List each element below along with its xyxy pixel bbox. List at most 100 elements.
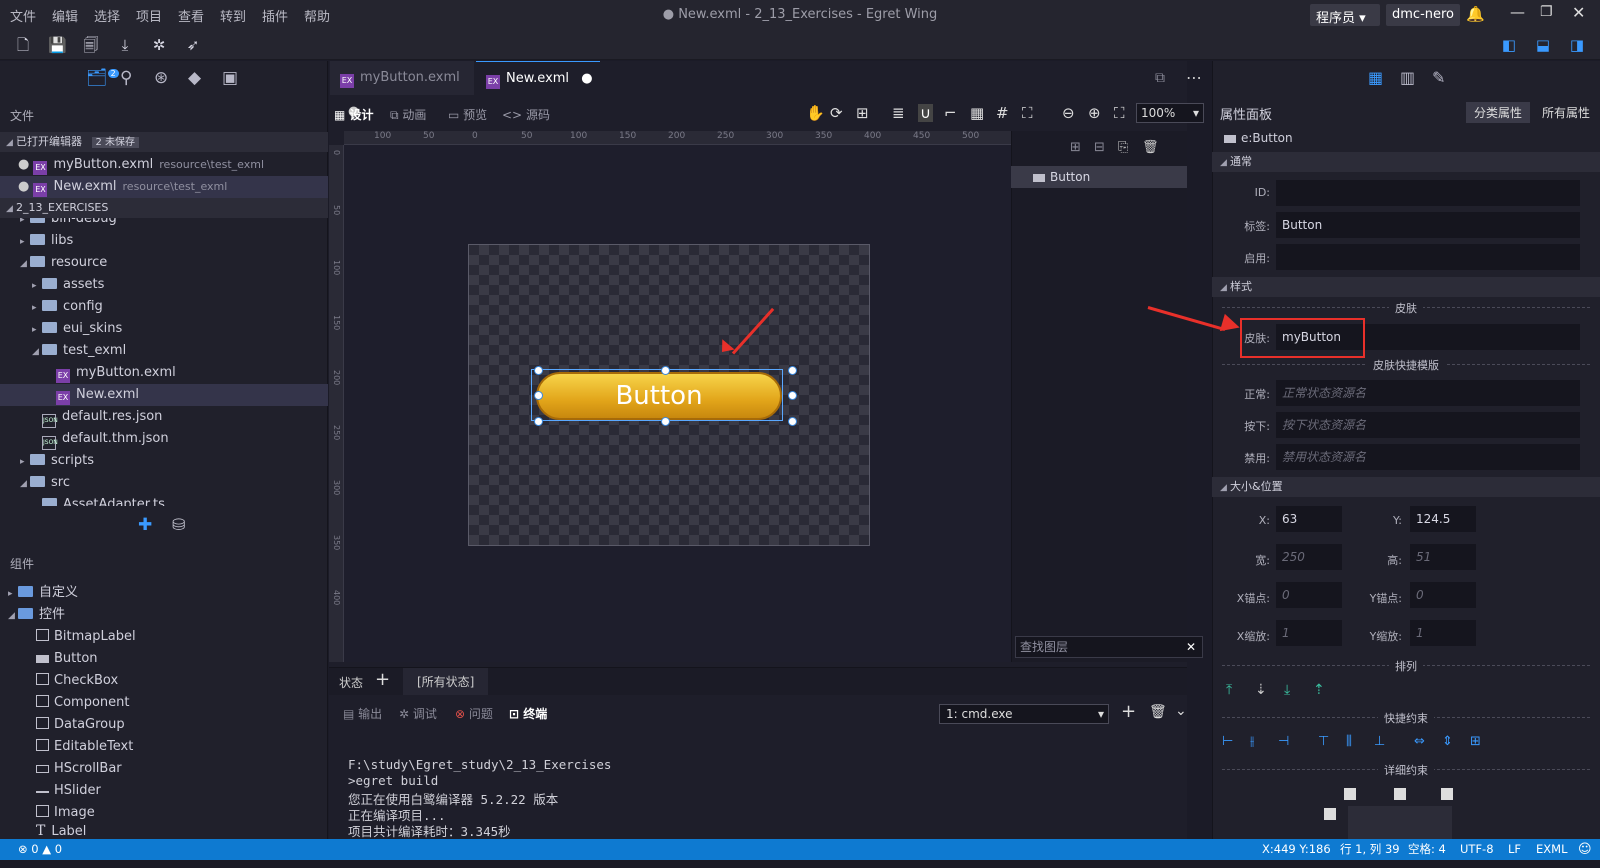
properties-icon[interactable]: ▦ bbox=[1368, 68, 1383, 87]
debug-bug-icon[interactable]: ✲ bbox=[150, 36, 168, 54]
fit-icon[interactable]: ⊞ bbox=[856, 104, 869, 122]
terminal-tab[interactable]: ⊡ 终端 bbox=[509, 705, 547, 722]
layers-stack-icon[interactable]: ≣ bbox=[892, 104, 905, 122]
copy-icon[interactable]: ⎘ bbox=[1118, 140, 1128, 155]
disabled-input[interactable]: 禁用状态资源名 bbox=[1276, 444, 1580, 470]
x-input[interactable]: 63 bbox=[1276, 506, 1342, 532]
resize-handle[interactable] bbox=[534, 391, 543, 400]
bell-icon[interactable]: 🔔 bbox=[1466, 5, 1485, 23]
resize-handle[interactable] bbox=[661, 417, 670, 426]
align-left-icon[interactable]: ⊢ bbox=[1222, 734, 1233, 749]
magnet-icon[interactable]: ∪ bbox=[918, 104, 933, 122]
encoding[interactable]: UTF-8 bbox=[1460, 839, 1494, 860]
zoom-out-icon[interactable]: ⊖ bbox=[1062, 104, 1075, 122]
resize-handle[interactable] bbox=[534, 366, 543, 375]
split-view-icon[interactable]: ⧉ bbox=[1155, 70, 1165, 86]
resize-handle[interactable] bbox=[534, 417, 543, 426]
tree-item-src[interactable]: ◢ src bbox=[20, 472, 70, 494]
component-editabletext[interactable]: EditableText bbox=[36, 736, 133, 758]
layer-item-button[interactable]: Button bbox=[1011, 166, 1187, 188]
fill-both-icon[interactable]: ⊞ bbox=[1470, 734, 1481, 749]
ruler-icon[interactable]: ⌐ bbox=[944, 104, 957, 122]
rocket-icon[interactable]: ➶ bbox=[184, 36, 202, 54]
search-icon[interactable]: ⚲ bbox=[120, 68, 132, 88]
terminal-select[interactable]: 1: cmd.exe ▾ bbox=[939, 704, 1109, 724]
component-label[interactable]: T Label bbox=[36, 824, 86, 839]
component-group-custom[interactable]: ▸ 自定义 bbox=[8, 582, 78, 604]
project-header[interactable]: ◢ 2_13_EXERCISES bbox=[0, 198, 328, 218]
feedback-icon[interactable]: ☺ bbox=[1578, 839, 1592, 860]
explorer-icon[interactable]: 🗂 2 bbox=[86, 68, 119, 88]
guides-icon[interactable]: # bbox=[996, 104, 1009, 122]
component-datagroup[interactable]: DataGroup bbox=[36, 714, 125, 736]
language-mode[interactable]: EXML bbox=[1536, 839, 1567, 860]
id-input[interactable] bbox=[1276, 180, 1580, 206]
align-middle-icon[interactable]: ⫼ bbox=[1346, 734, 1352, 749]
resize-handle[interactable] bbox=[788, 391, 797, 400]
animation-tab[interactable]: ⧉ 动画 bbox=[390, 106, 426, 123]
minimize-icon[interactable]: — bbox=[1510, 3, 1525, 21]
state-tab-all[interactable]: [所有状态] bbox=[403, 668, 489, 696]
more-icon[interactable]: ⋯ bbox=[1186, 68, 1202, 87]
grid-icon[interactable]: ▦ bbox=[970, 104, 984, 122]
tree-item-asset-adapter[interactable]: AssetAdapter.ts bbox=[42, 494, 165, 506]
save-icon[interactable]: 💾 bbox=[48, 36, 67, 54]
component-group-controls[interactable]: ◢ 控件 bbox=[8, 604, 65, 626]
component-checkbox[interactable]: CheckBox bbox=[36, 670, 118, 692]
bring-front-icon[interactable]: ⤒ bbox=[1226, 682, 1232, 698]
user-button[interactable]: dmc-nero bbox=[1386, 4, 1461, 26]
align-center-h-icon[interactable]: ⫲ bbox=[1250, 734, 1254, 749]
tree-item-bin-debug[interactable]: ▸ bin-debug bbox=[20, 218, 117, 230]
zoom-fit-icon[interactable]: ⛶ bbox=[1114, 104, 1125, 122]
tree-item-default-res-json[interactable]: JSON default.res.json bbox=[42, 406, 162, 428]
open-file-mybutton[interactable]: ● EX myButton.exml resource\test_exml bbox=[0, 154, 328, 176]
close-icon[interactable]: ✕ bbox=[1572, 3, 1585, 22]
fill-width-icon[interactable]: ⇔ bbox=[1414, 734, 1425, 749]
puzzle-icon[interactable]: ✚ bbox=[138, 515, 152, 535]
section-style[interactable]: ◢ 样式 bbox=[1212, 277, 1600, 297]
role-select[interactable]: 程序员 ▾ bbox=[1310, 4, 1380, 26]
add-terminal-icon[interactable]: + bbox=[1121, 701, 1136, 722]
anchor-x-input[interactable]: 0 bbox=[1276, 582, 1342, 608]
section-common[interactable]: ◢ 通常 bbox=[1212, 152, 1600, 172]
add-state-button[interactable]: + bbox=[375, 669, 390, 690]
delete-icon[interactable]: 🗑 bbox=[1142, 140, 1159, 155]
brush-icon[interactable]: ✎ bbox=[1432, 68, 1445, 87]
y-input[interactable]: 124.5 bbox=[1410, 506, 1476, 532]
tree-item-mybutton-exml[interactable]: EX myButton.exml bbox=[56, 362, 176, 384]
component-hslider[interactable]: HSlider bbox=[36, 780, 101, 802]
image-view-icon[interactable]: ⛶ bbox=[1022, 104, 1033, 122]
height-input[interactable]: 51 bbox=[1410, 544, 1476, 570]
bring-forward-icon[interactable]: ⇣ bbox=[1255, 682, 1267, 698]
tree-item-new-exml[interactable]: EX New.exml bbox=[0, 384, 328, 406]
errors-indicator[interactable]: ⊗ 0 ▲ 0 bbox=[18, 839, 62, 860]
extensions-icon[interactable]: ⊛ bbox=[154, 68, 168, 88]
tree-item-test-exml[interactable]: ◢ test_exml bbox=[32, 340, 126, 362]
source-tab[interactable]: <> 源码 bbox=[502, 106, 550, 123]
git-icon[interactable]: ◆ bbox=[188, 68, 201, 88]
normal-input[interactable]: 正常状态资源名 bbox=[1276, 380, 1580, 406]
section-size-position[interactable]: ◢ 大小&位置 bbox=[1212, 477, 1600, 497]
constraint-checkbox-top-center[interactable] bbox=[1394, 788, 1406, 800]
left-sidebar-toggle-icon[interactable]: ◧ bbox=[1500, 36, 1518, 54]
tree-item-libs[interactable]: ▸ libs bbox=[20, 230, 73, 252]
component-button[interactable]: Button bbox=[36, 648, 98, 670]
publish-icon[interactable]: ⤓ bbox=[116, 36, 134, 54]
scale-x-input[interactable]: 1 bbox=[1276, 620, 1342, 646]
component-component[interactable]: Component bbox=[36, 692, 129, 714]
bottom-panel-toggle-icon[interactable]: ⬓ bbox=[1534, 36, 1552, 54]
component-image[interactable]: Image bbox=[36, 802, 95, 824]
tree-item-resource[interactable]: ◢ resource bbox=[20, 252, 107, 274]
down-input[interactable]: 按下状态资源名 bbox=[1276, 412, 1580, 438]
label-input[interactable]: Button bbox=[1276, 212, 1580, 238]
constraint-checkbox-left[interactable] bbox=[1324, 808, 1336, 820]
tree-item-scripts[interactable]: ▸ scripts bbox=[20, 450, 94, 472]
anchor-y-input[interactable]: 0 bbox=[1410, 582, 1476, 608]
component-bitmaplabel[interactable]: BitmapLabel bbox=[36, 626, 136, 648]
preview-tab[interactable]: ▭ 预览 bbox=[448, 106, 487, 123]
open-editors-header[interactable]: ◢ 已打开编辑器 2 未保存 bbox=[0, 132, 328, 152]
new-file-icon[interactable]: 🗋 bbox=[14, 36, 32, 54]
send-backward-icon[interactable]: ⇡ bbox=[1313, 682, 1325, 698]
align-bottom-icon[interactable]: ⊥ bbox=[1374, 734, 1385, 749]
tab-new[interactable]: EX New.exml ● bbox=[476, 61, 600, 95]
